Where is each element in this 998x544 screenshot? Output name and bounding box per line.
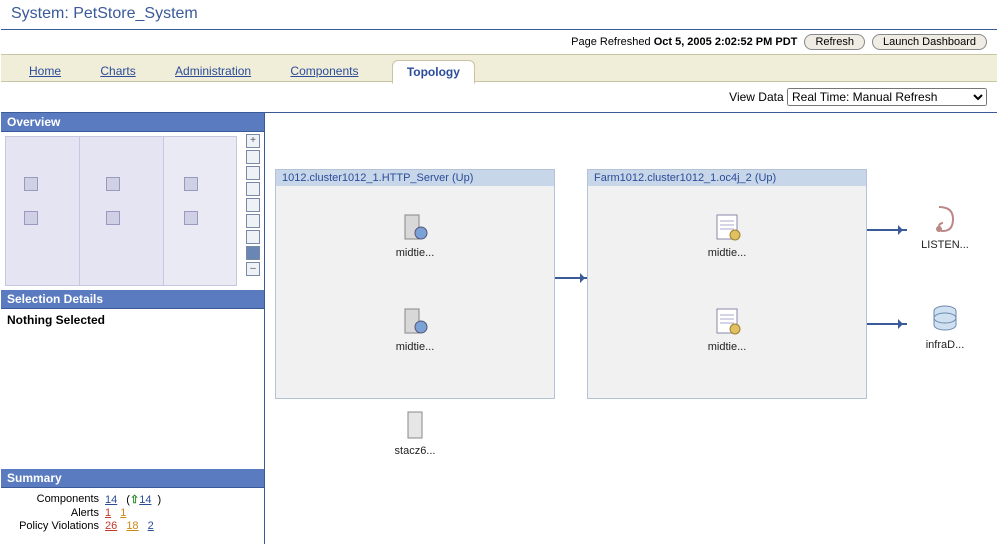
server-icon [399,305,431,337]
node-oc4j-midtie-1[interactable]: midtie... [687,211,767,259]
side-panel: Overview + [1,113,265,544]
node-label: midtie... [687,247,767,259]
summary-components-total[interactable]: 14 [105,494,117,506]
node-midtie-2[interactable]: midtie... [375,305,455,353]
summary-body: Components 14 (⇧14) Alerts 1 1 Policy Vi… [1,488,264,537]
node-stacz6[interactable]: stacz6... [375,409,455,457]
zoom-level-2[interactable] [246,166,260,180]
server-icon [399,211,431,243]
node-label: midtie... [375,247,455,259]
node-label: midtie... [375,341,455,353]
node-label: LISTEN... [905,239,985,251]
summary-header: Summary [1,469,264,488]
topology-group-http-server[interactable]: 1012.cluster1012_1.HTTP_Server (Up) [275,169,555,399]
zoom-level-4[interactable] [246,198,260,212]
node-label: midtie... [687,341,767,353]
zoom-level-5[interactable] [246,214,260,228]
zoom-level-6[interactable] [246,230,260,244]
summary-components-label: Components [7,493,99,506]
page-refreshed-label: Page Refreshed Oct 5, 2005 2:02:52 PM PD… [571,36,797,48]
summary-policy-info[interactable]: 2 [148,520,154,532]
view-data-row: View Data Real Time: Manual Refresh [1,82,997,112]
database-icon [929,303,961,335]
tabs-bar: Home Charts Administration Components To… [1,54,997,82]
tab-components[interactable]: Components [290,60,358,78]
zoom-level-current[interactable] [246,246,260,260]
node-infradb[interactable]: infraD... [905,303,985,351]
summary-policy-label: Policy Violations [7,520,99,532]
refresh-button[interactable]: Refresh [804,34,865,50]
zoom-level-3[interactable] [246,182,260,196]
node-midtie-1[interactable]: midtie... [375,211,455,259]
host-icon [399,409,431,441]
status-row: Page Refreshed Oct 5, 2005 2:02:52 PM PD… [1,30,997,54]
up-arrow-icon: ⇧ [130,494,139,506]
selection-body: Nothing Selected [1,309,264,469]
group-oc4j-title: Farm1012.cluster1012_1.oc4j_2 (Up) [588,170,866,186]
summary-alerts-warning[interactable]: 1 [120,507,126,519]
topology-group-oc4j[interactable]: Farm1012.cluster1012_1.oc4j_2 (Up) [587,169,867,399]
overview-header: Overview [1,113,264,132]
launch-dashboard-button[interactable]: Launch Dashboard [872,34,987,50]
summary-policy-warning[interactable]: 18 [126,520,138,532]
selection-header: Selection Details [1,290,264,309]
view-data-select[interactable]: Real Time: Manual Refresh [787,88,987,106]
view-data-label: View Data [729,90,783,104]
tab-charts[interactable]: Charts [100,60,135,78]
page-title: System: PetStore_System [1,1,997,30]
connector-arrow [555,277,589,279]
summary-alerts-label: Alerts [7,507,99,519]
topology-canvas[interactable]: 1012.cluster1012_1.HTTP_Server (Up) midt… [265,113,997,544]
node-listener[interactable]: LISTEN... [905,203,985,251]
tab-home[interactable]: Home [29,60,61,78]
document-icon [711,211,743,243]
listener-icon [929,203,961,235]
summary-policy-critical[interactable]: 26 [105,520,117,532]
overview-body: + – [1,132,264,290]
zoom-in-button[interactable]: + [246,134,260,148]
node-oc4j-midtie-2[interactable]: midtie... [687,305,767,353]
overview-minimap[interactable] [5,136,237,286]
connector-arrow [867,323,907,325]
zoom-out-button[interactable]: – [246,262,260,276]
zoom-level-1[interactable] [246,150,260,164]
document-icon [711,305,743,337]
zoom-controls: + – [246,134,262,288]
summary-alerts-critical[interactable]: 1 [105,507,111,519]
node-label: stacz6... [375,445,455,457]
group-http-server-title: 1012.cluster1012_1.HTTP_Server (Up) [276,170,554,186]
tab-administration[interactable]: Administration [175,60,251,78]
node-label: infraD... [905,339,985,351]
connector-arrow [867,229,907,231]
tab-topology[interactable]: Topology [392,60,475,84]
summary-components-up[interactable]: 14 [139,494,151,506]
